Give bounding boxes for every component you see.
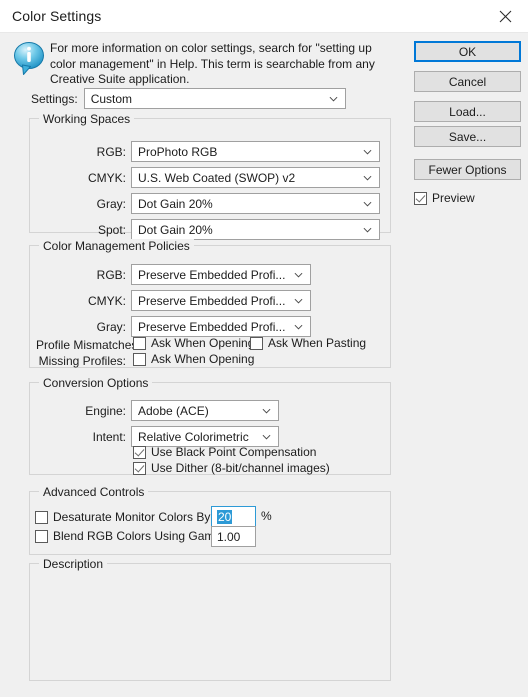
intent-value: Relative Colorimetric	[138, 429, 249, 444]
fewer-options-button[interactable]: Fewer Options	[414, 159, 521, 180]
preview-checkbox[interactable]: Preview	[414, 191, 475, 205]
chevron-down-icon	[294, 272, 303, 278]
ok-button[interactable]: OK	[414, 41, 521, 62]
checkbox-box	[133, 352, 146, 366]
desaturate-unit-label: %	[261, 509, 272, 523]
working-gray-label: Gray:	[96, 197, 126, 211]
engine-label: Engine:	[85, 404, 126, 418]
desaturate-monitor-colors-label: Desaturate Monitor Colors By:	[53, 510, 214, 524]
working-spaces-legend: Working Spaces	[39, 112, 135, 126]
settings-label: Settings:	[31, 91, 78, 106]
policy-gray-value: Preserve Embedded Profi...	[138, 319, 286, 334]
working-rgb-select[interactable]: ProPhoto RGB	[131, 141, 380, 162]
desaturate-monitor-colors-checkbox[interactable]: Desaturate Monitor Colors By:	[35, 510, 214, 524]
checkbox-box	[133, 461, 146, 475]
engine-select[interactable]: Adobe (ACE)	[131, 400, 279, 421]
desaturate-value: 20	[217, 509, 233, 524]
working-cmyk-value: U.S. Web Coated (SWOP) v2	[138, 170, 296, 185]
chevron-down-icon	[294, 298, 303, 304]
save-button[interactable]: Save...	[414, 126, 521, 147]
checkbox-box	[133, 336, 146, 350]
intent-label: Intent:	[92, 430, 126, 444]
policy-rgb-value: Preserve Embedded Profi...	[138, 267, 286, 282]
policy-rgb-select[interactable]: Preserve Embedded Profi...	[131, 264, 311, 285]
black-point-compensation-label: Use Black Point Compensation	[151, 445, 317, 459]
chevron-down-icon	[363, 201, 372, 207]
blend-gamma-value: 1.00	[217, 529, 241, 544]
missing-ask-opening-label: Ask When Opening	[151, 352, 255, 366]
profile-mismatches-label: Profile Mismatches:	[36, 338, 141, 352]
checkbox-box	[35, 510, 48, 524]
preview-label: Preview	[432, 191, 475, 205]
title-bar: Color Settings	[0, 0, 528, 33]
chevron-down-icon	[262, 408, 271, 414]
desaturate-value-input[interactable]: 20	[211, 506, 256, 527]
checkbox-box	[133, 445, 146, 459]
working-cmyk-label: CMYK:	[87, 171, 126, 185]
chevron-down-icon	[262, 434, 271, 440]
working-cmyk-select[interactable]: U.S. Web Coated (SWOP) v2	[131, 167, 380, 188]
use-dither-checkbox[interactable]: Use Dither (8-bit/channel images)	[133, 461, 330, 475]
advanced-legend: Advanced Controls	[39, 485, 149, 499]
use-dither-label: Use Dither (8-bit/channel images)	[151, 461, 330, 475]
checkbox-box	[250, 336, 263, 350]
chevron-down-icon	[329, 96, 338, 102]
engine-value: Adobe (ACE)	[138, 403, 209, 418]
policy-rgb-label: RGB:	[96, 268, 126, 282]
info-bubble-icon	[13, 41, 45, 77]
checkbox-box	[35, 529, 48, 543]
mismatch-ask-opening-label: Ask When Opening	[151, 336, 255, 350]
mismatch-ask-pasting-checkbox[interactable]: Ask When Pasting	[250, 336, 366, 350]
working-rgb-label: RGB:	[96, 145, 126, 159]
settings-row: Settings: Custom	[31, 88, 346, 109]
chevron-down-icon	[294, 324, 303, 330]
working-rgb-value: ProPhoto RGB	[138, 144, 218, 159]
missing-ask-opening-checkbox[interactable]: Ask When Opening	[133, 352, 254, 366]
blend-rgb-gamma-checkbox[interactable]: Blend RGB Colors Using Gamma:	[35, 529, 234, 543]
mismatch-ask-pasting-label: Ask When Pasting	[268, 336, 367, 350]
policies-legend: Color Management Policies	[39, 239, 194, 253]
load-button[interactable]: Load...	[414, 101, 521, 122]
chevron-down-icon	[363, 149, 372, 155]
checkbox-box	[414, 191, 427, 205]
chevron-down-icon	[363, 227, 372, 233]
policy-gray-select[interactable]: Preserve Embedded Profi...	[131, 316, 311, 337]
working-gray-select[interactable]: Dot Gain 20%	[131, 193, 380, 214]
working-spot-value: Dot Gain 20%	[138, 222, 213, 237]
policy-cmyk-select[interactable]: Preserve Embedded Profi...	[131, 290, 311, 311]
mismatch-ask-opening-checkbox[interactable]: Ask When Opening	[133, 336, 254, 350]
policy-gray-label: Gray:	[96, 320, 126, 334]
info-text: For more information on color settings, …	[50, 41, 375, 86]
blend-rgb-gamma-label: Blend RGB Colors Using Gamma:	[53, 529, 235, 543]
policy-cmyk-label: CMYK:	[87, 294, 126, 308]
description-text	[31, 572, 389, 679]
missing-profiles-label: Missing Profiles:	[38, 354, 126, 368]
working-spot-select[interactable]: Dot Gain 20%	[131, 219, 380, 240]
settings-value: Custom	[90, 91, 133, 106]
settings-select[interactable]: Custom	[83, 88, 346, 109]
conversion-legend: Conversion Options	[39, 376, 153, 390]
chevron-down-icon	[363, 175, 372, 181]
black-point-compensation-checkbox[interactable]: Use Black Point Compensation	[133, 445, 316, 459]
cancel-button[interactable]: Cancel	[414, 71, 521, 92]
window-title: Color Settings	[12, 8, 102, 24]
policy-cmyk-value: Preserve Embedded Profi...	[138, 293, 286, 308]
blend-gamma-value-input[interactable]: 1.00	[211, 526, 256, 547]
intent-select[interactable]: Relative Colorimetric	[131, 426, 279, 447]
working-gray-value: Dot Gain 20%	[138, 196, 213, 211]
close-icon[interactable]	[483, 0, 528, 32]
description-legend: Description	[39, 557, 108, 571]
working-spot-label: Spot:	[97, 223, 126, 237]
